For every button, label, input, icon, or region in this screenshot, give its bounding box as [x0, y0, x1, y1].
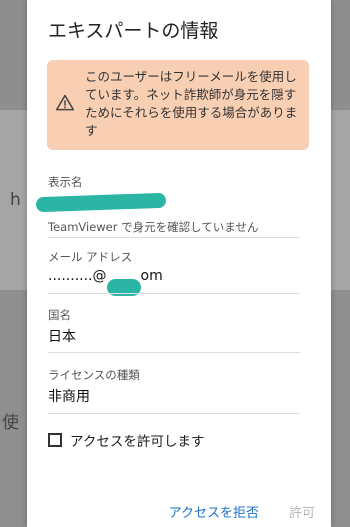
- background-text: 使: [2, 413, 19, 433]
- deny-access-button[interactable]: アクセスを拒否: [161, 500, 267, 523]
- license-value: 非商用: [48, 389, 90, 405]
- divider: [48, 352, 300, 353]
- allow-button[interactable]: 許可: [281, 500, 323, 523]
- license-label: ライセンスの種類: [48, 368, 140, 382]
- allow-access-label[interactable]: アクセスを許可します: [70, 430, 204, 450]
- warning-icon: [55, 94, 75, 111]
- allow-access-option[interactable]: アクセスを許可します: [48, 430, 204, 450]
- country-value: 日本: [48, 329, 76, 345]
- divider: [48, 237, 300, 238]
- allow-access-checkbox[interactable]: [48, 433, 62, 447]
- country-field: 国名 日本: [48, 307, 300, 346]
- free-email-warning: このユーザーはフリーメールを使用しています。ネット詐欺師が身元を隠すためにそれら…: [47, 60, 309, 150]
- dialog-actions: アクセスを拒否 許可: [161, 500, 323, 523]
- email-value: ..........@ om: [48, 268, 300, 296]
- display-name-value: [35, 192, 300, 213]
- dialog-title: エキスパートの情報: [48, 20, 219, 42]
- divider: [48, 413, 300, 414]
- warning-text: このユーザーはフリーメールを使用しています。ネット詐欺師が身元を隠すためにそれら…: [85, 69, 298, 138]
- display-name-label: 表示名: [48, 175, 83, 189]
- redaction-mark: [35, 192, 167, 213]
- background-text: h: [10, 190, 21, 210]
- license-field: ライセンスの種類 非商用: [48, 367, 300, 406]
- email-field: メール アドレス ..........@ om: [48, 249, 300, 296]
- email-label: メール アドレス: [48, 250, 133, 264]
- expert-info-dialog: エキスパートの情報 このユーザーはフリーメールを使用しています。ネット詐欺師が身…: [27, 0, 331, 527]
- display-name-field: 表示名 TeamViewer で身元を確認していません: [35, 174, 300, 235]
- divider: [48, 293, 300, 294]
- identity-unverified-note: TeamViewer で身元を確認していません: [48, 220, 259, 234]
- country-label: 国名: [48, 308, 71, 322]
